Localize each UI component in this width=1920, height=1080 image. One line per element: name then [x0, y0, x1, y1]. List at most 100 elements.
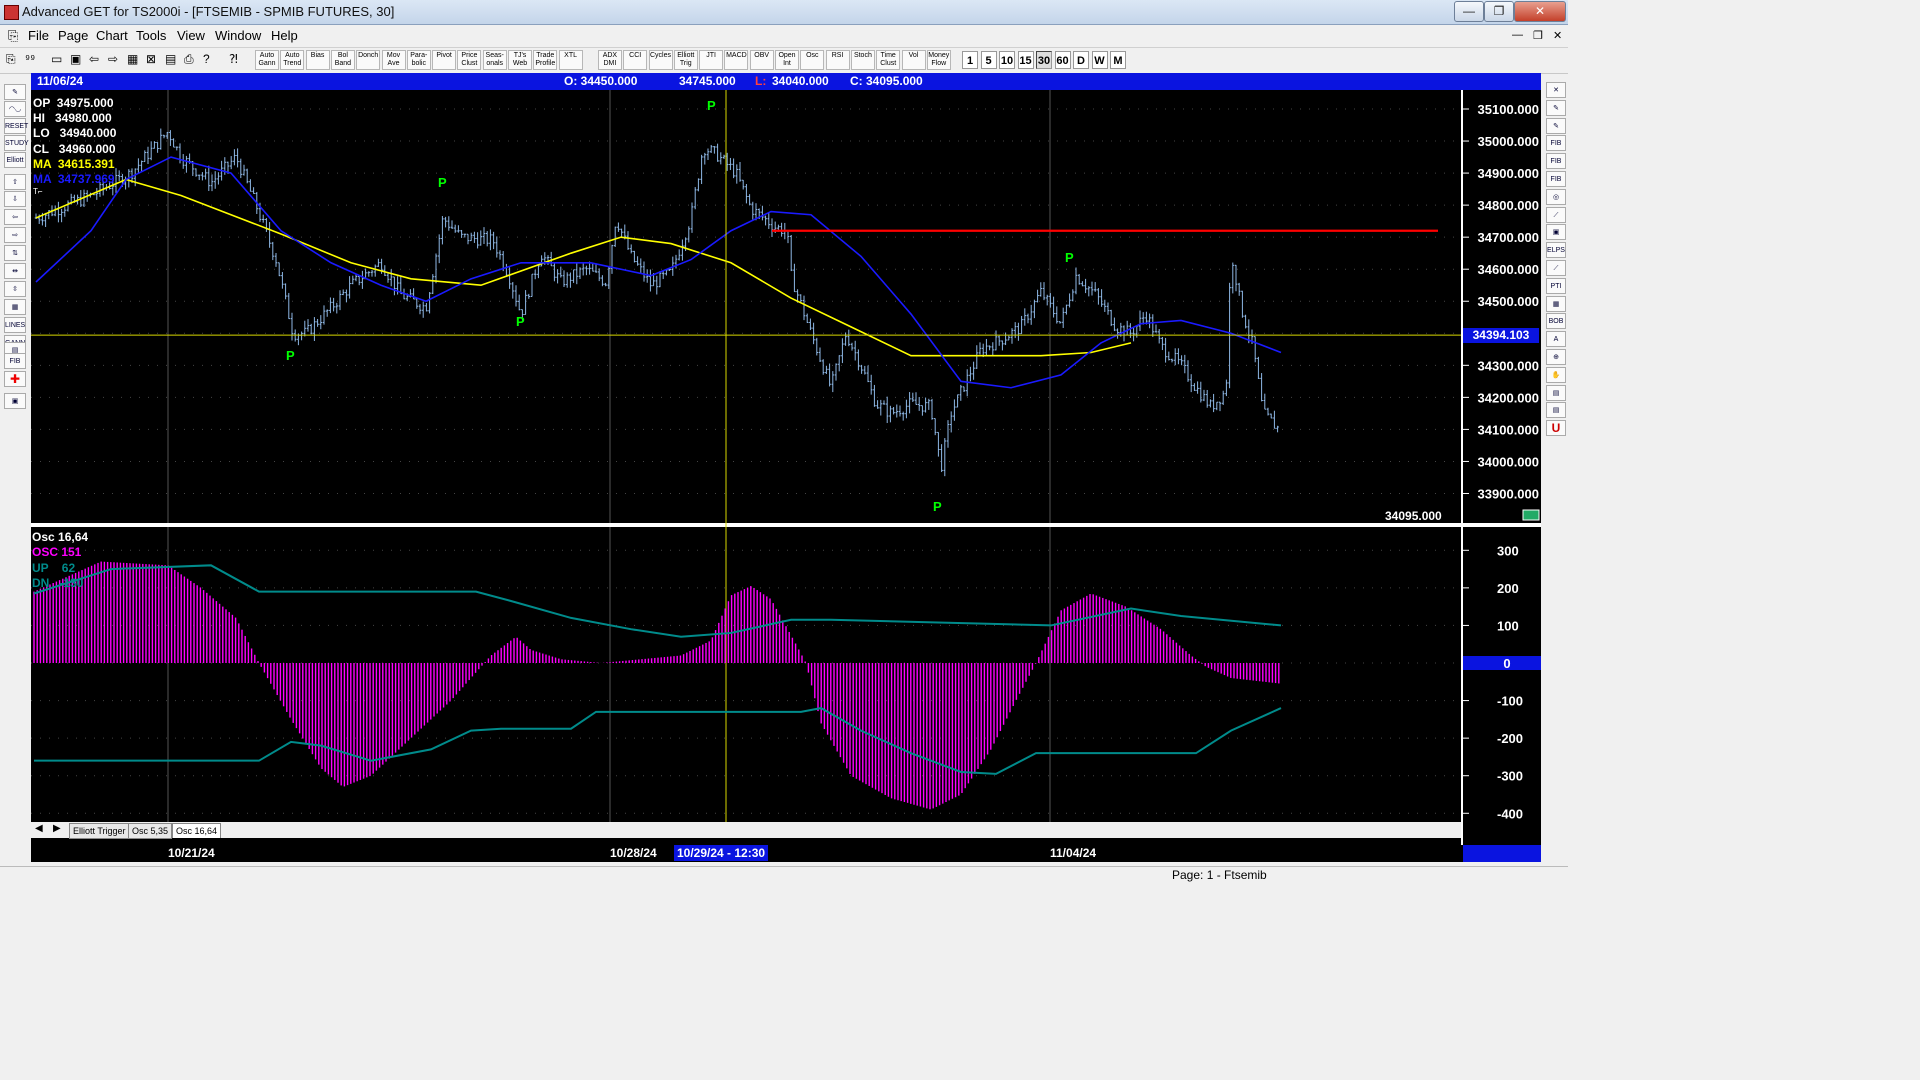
tab-elliott-trigger[interactable]: Elliott Trigger	[69, 823, 130, 839]
study-button-9[interactable]: Seas-onals	[482, 50, 507, 70]
toolbar-icon-3[interactable]: ▣	[70, 52, 81, 66]
menu-view[interactable]: View	[177, 28, 205, 43]
study-button-22[interactable]: RSI	[825, 50, 850, 70]
right-tool-1[interactable]: ✎	[1546, 99, 1566, 116]
left-tool-13[interactable]: LINES	[4, 317, 26, 333]
left-tool-5[interactable]: ⇧	[4, 174, 26, 190]
left-tool-9[interactable]: ⇅	[4, 245, 26, 261]
right-tool-15[interactable]: ⊕	[1546, 349, 1566, 365]
right-tool-17[interactable]: ▤	[1546, 384, 1566, 401]
left-tool-6[interactable]: ⇩	[4, 191, 26, 207]
timeframe-M[interactable]: M	[1110, 51, 1126, 69]
study-button-26[interactable]: Money Flow	[926, 50, 951, 70]
timeframe-10[interactable]: 10	[999, 51, 1015, 69]
toolbar-icon-10[interactable]: ?	[203, 52, 210, 66]
left-tool-0[interactable]: ✎	[4, 84, 26, 100]
left-tool-8[interactable]: ⇨	[4, 227, 26, 243]
right-tool-14[interactable]: A	[1546, 331, 1566, 348]
study-button-4[interactable]: Donch	[356, 50, 381, 70]
study-button-20[interactable]: Open Int	[775, 50, 799, 70]
study-button-6[interactable]: Para-bolic	[406, 50, 431, 70]
right-tool-19[interactable]: U	[1546, 420, 1566, 437]
maximize-button[interactable]: ❐	[1484, 1, 1514, 22]
toolbar-icon-7[interactable]: ⊠	[146, 52, 156, 66]
timeframe-15[interactable]: 15	[1017, 51, 1034, 69]
study-button-10[interactable]: TJ's Web	[508, 50, 532, 70]
right-tool-9[interactable]: ELPS	[1546, 242, 1566, 259]
right-tool-11[interactable]: PTI	[1546, 277, 1566, 294]
timeframe-D[interactable]: D	[1073, 51, 1089, 69]
study-button-13[interactable]: ADX DMI	[597, 50, 622, 70]
study-button-16[interactable]: Elliott Trig	[673, 50, 698, 70]
study-button-7[interactable]: Pivot	[432, 50, 457, 70]
left-tool-7[interactable]: ⇦	[4, 209, 26, 225]
study-button-5[interactable]: Mov Ave	[381, 50, 406, 70]
timeframe-1[interactable]: 1	[962, 51, 978, 69]
right-tool-6[interactable]: ◎	[1546, 188, 1566, 205]
study-button-24[interactable]: Time Clust	[876, 50, 901, 70]
mdi-minimize-icon[interactable]: —	[1512, 29, 1523, 41]
left-tool-3[interactable]: STUDY	[4, 135, 29, 151]
document-icon[interactable]: ⎘	[8, 28, 18, 44]
right-tool-4[interactable]: FIB EXT	[1546, 153, 1566, 180]
timeframe-30[interactable]: 30	[1036, 51, 1052, 69]
toolbar-icon-11[interactable]: ⁈	[229, 52, 238, 66]
toolbar-icon-2[interactable]: ▭	[51, 52, 62, 66]
left-tool-11[interactable]: ⇳	[4, 281, 26, 297]
study-button-23[interactable]: Stoch	[850, 50, 875, 70]
left-tool-2[interactable]: RESET	[4, 118, 28, 134]
left-tool-10[interactable]: ⇹	[4, 263, 26, 279]
study-button-25[interactable]: Vol	[901, 50, 926, 70]
tab-osc-16-64[interactable]: Osc 16,64	[172, 823, 222, 838]
right-tool-18[interactable]: ▤	[1546, 402, 1566, 419]
study-button-17[interactable]: JTI	[699, 50, 724, 70]
menu-window[interactable]: Window	[215, 28, 261, 43]
toolbar-icon-9[interactable]: ⎙	[184, 52, 194, 67]
study-button-15[interactable]: Cycles	[648, 50, 673, 70]
chart-area[interactable]: 35100.000 35000.000 34900.000 34800.000 3470…	[31, 90, 1541, 845]
menu-tools[interactable]: Tools	[136, 28, 166, 43]
study-button-3[interactable]: Bol Band	[330, 50, 355, 70]
right-tool-5[interactable]: FIB TIME	[1546, 171, 1566, 198]
right-tool-13[interactable]: BOB	[1546, 313, 1566, 330]
right-tool-7[interactable]: ⟋	[1546, 206, 1566, 223]
right-tool-3[interactable]: FIB RET	[1546, 135, 1566, 162]
left-tool-1[interactable]: ◠◡	[4, 101, 26, 117]
left-tool-12[interactable]: ▦	[4, 299, 26, 315]
study-button-18[interactable]: MACD	[724, 50, 749, 70]
menu-file[interactable]: File	[28, 28, 49, 43]
mdi-close-icon[interactable]: ✕	[1553, 29, 1562, 42]
menu-page[interactable]: Page	[58, 28, 88, 43]
price-and-oscillator-chart[interactable]: 35100.000 35000.000 34900.000 34800.000 3470…	[31, 90, 1541, 845]
toolbar-icon-1[interactable]: ⁹⁹	[25, 52, 35, 66]
toolbar-icon-0[interactable]: ⎘	[6, 52, 16, 67]
timeframe-5[interactable]: 5	[980, 51, 997, 69]
timeframe-W[interactable]: W	[1091, 51, 1108, 69]
toolbar-icon-5[interactable]: ⇨	[108, 52, 118, 66]
study-button-1[interactable]: Auto Trend	[280, 50, 305, 70]
study-button-0[interactable]: Auto Gann	[255, 50, 279, 70]
study-button-8[interactable]: Price Clust	[457, 50, 482, 70]
right-tool-12[interactable]: ▦	[1546, 295, 1566, 312]
left-tool-4[interactable]: Elliott	[4, 152, 26, 168]
study-button-12[interactable]: XTL	[558, 50, 583, 70]
left-tool-17[interactable]: ✚	[4, 371, 26, 387]
study-button-21[interactable]: Osc	[800, 50, 825, 70]
study-button-19[interactable]: OBV	[749, 50, 774, 70]
study-button-14[interactable]: CCI	[623, 50, 648, 70]
toolbar-icon-8[interactable]: ▤	[165, 52, 176, 66]
mdi-restore-icon[interactable]: ❐	[1533, 29, 1543, 42]
close-button[interactable]: ✕	[1514, 1, 1566, 22]
minimize-button[interactable]: —	[1454, 1, 1484, 22]
right-tool-2[interactable]: ✎	[1546, 117, 1566, 134]
toolbar-icon-4[interactable]: ⇦	[89, 52, 99, 66]
study-button-2[interactable]: Bias	[305, 50, 330, 70]
left-tool-16[interactable]: FIB	[4, 353, 26, 369]
tab-prev-icon[interactable]: ◀	[35, 823, 43, 834]
study-button-11[interactable]: Trade Profile	[533, 50, 558, 70]
toolbar-icon-6[interactable]: ▦	[127, 52, 138, 66]
right-tool-16[interactable]: ✋	[1546, 366, 1566, 383]
left-tool-18[interactable]: ▣	[4, 393, 26, 409]
right-tool-0[interactable]: ✕	[1546, 82, 1566, 98]
menu-help[interactable]: Help	[271, 28, 298, 43]
